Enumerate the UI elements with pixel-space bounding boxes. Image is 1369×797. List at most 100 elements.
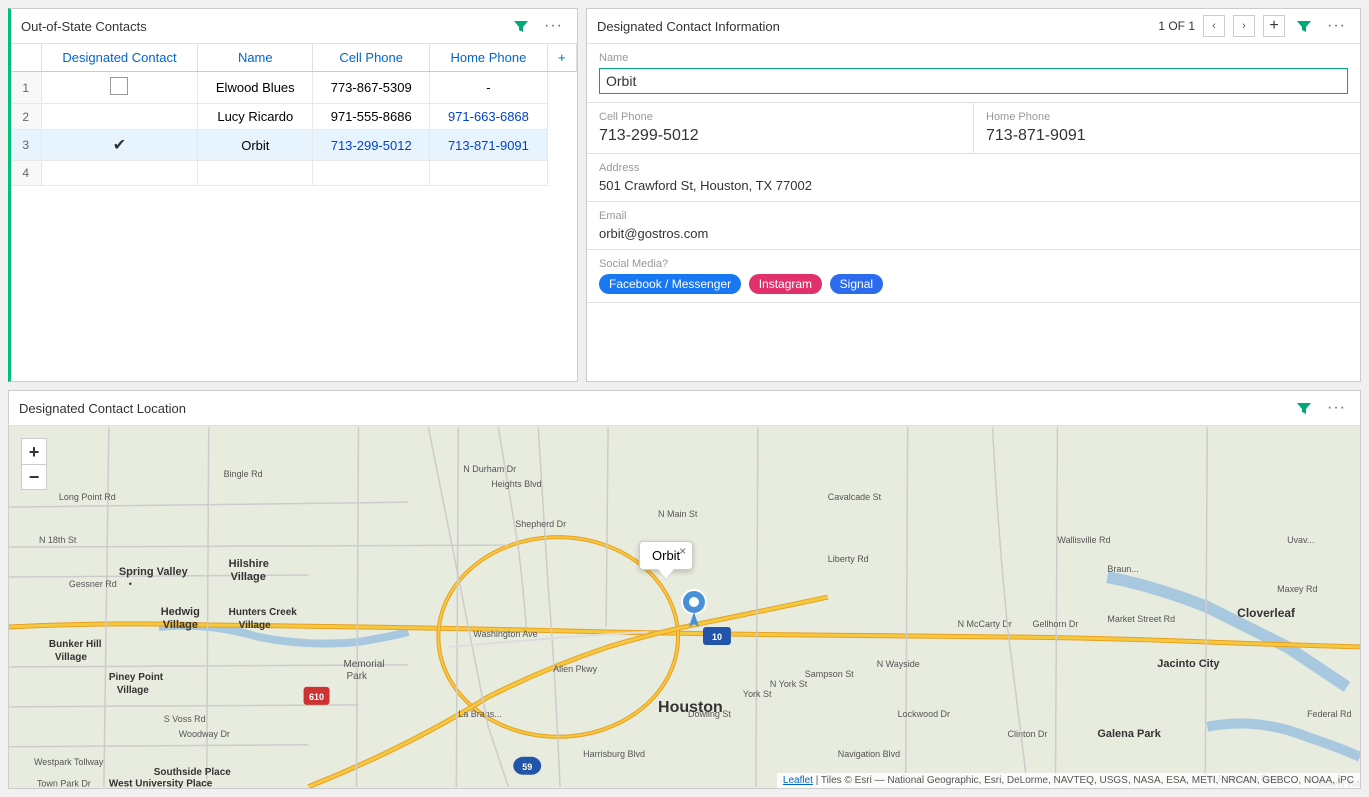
- signal-badge[interactable]: Signal: [830, 274, 883, 294]
- popup-close-button[interactable]: ×: [679, 544, 686, 558]
- right-more-options-button[interactable]: ···: [1323, 15, 1350, 37]
- svg-text:Galena Park: Galena Park: [1097, 728, 1161, 740]
- zoom-out-button[interactable]: −: [21, 464, 47, 490]
- name-input[interactable]: [599, 68, 1348, 94]
- right-panel: Designated Contact Information 1 OF 1 ‹ …: [586, 8, 1361, 382]
- svg-text:Village: Village: [231, 571, 266, 583]
- attribution-text: | Tiles © Esri — National Geographic, Es…: [816, 775, 1354, 786]
- row-number: 1: [11, 72, 41, 104]
- facebook-badge[interactable]: Facebook / Messenger: [599, 274, 741, 294]
- svg-text:Gellhorn Dr: Gellhorn Dr: [1032, 619, 1078, 629]
- svg-text:Harrisburg Blvd: Harrisburg Blvd: [583, 749, 645, 759]
- svg-text:Southside Place: Southside Place: [154, 767, 231, 778]
- svg-text:Sampson St: Sampson St: [805, 669, 854, 679]
- map-more-options-button[interactable]: ···: [1323, 397, 1350, 419]
- svg-text:Village: Village: [117, 685, 149, 696]
- svg-text:59: 59: [522, 762, 532, 772]
- zoom-in-button[interactable]: +: [21, 438, 47, 464]
- svg-text:Village: Village: [55, 652, 87, 663]
- svg-text:Clinton Dr: Clinton Dr: [1008, 729, 1048, 739]
- info-panel-content: Name Cell Phone 713-299-5012 Home Phone …: [587, 44, 1360, 381]
- left-panel-controls: ···: [510, 15, 567, 37]
- left-panel-header: Out-of-State Contacts ···: [11, 9, 577, 44]
- row-number: 4: [11, 161, 41, 186]
- nav-prev-button[interactable]: ‹: [1203, 15, 1225, 37]
- social-section: Social Media? Facebook / Messenger Insta…: [587, 250, 1360, 303]
- contacts-table: Designated Contact Name Cell Phone Home …: [11, 44, 577, 186]
- svg-text:Village: Village: [163, 619, 198, 631]
- more-options-button[interactable]: ···: [540, 15, 567, 37]
- col-header-designated[interactable]: Designated Contact: [41, 44, 198, 72]
- email-value: orbit@gostros.com: [599, 226, 1348, 241]
- svg-text:Federal Rd: Federal Rd: [1307, 709, 1351, 719]
- instagram-badge[interactable]: Instagram: [749, 274, 822, 294]
- map-svg: Long Point Rd N 18th St Cavalcade St Wal…: [9, 426, 1360, 788]
- leaflet-link[interactable]: Leaflet: [783, 775, 813, 786]
- home-phone-value: 713-871-9091: [986, 127, 1348, 145]
- map-attribution: Leaflet | Tiles © Esri — National Geogra…: [777, 773, 1360, 788]
- email-label: Email: [599, 210, 1348, 222]
- dots-icon: ···: [544, 17, 563, 35]
- map-container[interactable]: Long Point Rd N 18th St Cavalcade St Wal…: [9, 426, 1360, 788]
- col-header-name[interactable]: Name: [198, 44, 313, 72]
- svg-text:Piney Point: Piney Point: [109, 672, 164, 683]
- add-record-button[interactable]: +: [1263, 15, 1285, 37]
- map-filter-icon: [1297, 401, 1311, 415]
- cell-phone-cell: 971-555-8686: [313, 104, 430, 130]
- svg-text:Maxey Rd: Maxey Rd: [1277, 584, 1317, 594]
- svg-text:Bunker Hill: Bunker Hill: [49, 639, 102, 650]
- filter-button[interactable]: [510, 17, 532, 35]
- name-cell: Lucy Ricardo: [198, 104, 313, 130]
- cell-phone-label: Cell Phone: [599, 111, 961, 123]
- col-header-cell[interactable]: Cell Phone: [313, 44, 430, 72]
- right-filter-button[interactable]: [1293, 17, 1315, 35]
- email-section: Email orbit@gostros.com: [587, 202, 1360, 250]
- table-row[interactable]: 2 Lucy Ricardo971-555-8686971-663-6868: [11, 104, 577, 130]
- designated-cell[interactable]: [41, 72, 198, 104]
- svg-text:N Main St: N Main St: [658, 509, 698, 519]
- col-header-num: [11, 44, 41, 72]
- svg-text:Hedwig: Hedwig: [161, 606, 200, 618]
- col-header-add[interactable]: +: [547, 44, 576, 72]
- address-value: 501 Crawford St, Houston, TX 77002: [599, 178, 1348, 193]
- zoom-controls: + −: [21, 438, 47, 490]
- home-phone-cell: 971-663-6868: [430, 104, 547, 130]
- designated-cell[interactable]: [41, 104, 198, 130]
- row-number: 3: [11, 130, 41, 161]
- col-header-home[interactable]: Home Phone: [430, 44, 547, 72]
- table-row[interactable]: 3✔Orbit713-299-5012713-871-9091: [11, 130, 577, 161]
- svg-text:Long Point Rd: Long Point Rd: [59, 492, 116, 502]
- map-filter-button[interactable]: [1293, 399, 1315, 417]
- svg-text:Cloverleaf: Cloverleaf: [1237, 606, 1296, 620]
- designated-cell[interactable]: [41, 161, 198, 186]
- row-number: 2: [11, 104, 41, 130]
- svg-text:S Voss Rd: S Voss Rd: [164, 714, 206, 724]
- name-label: Name: [599, 52, 1348, 64]
- svg-text:Park: Park: [347, 671, 368, 682]
- svg-text:York St: York St: [743, 689, 772, 699]
- svg-text:N Wayside: N Wayside: [877, 659, 920, 669]
- nav-next-icon: ›: [1242, 20, 1246, 32]
- svg-text:Washington Ave: Washington Ave: [473, 629, 537, 639]
- table-row[interactable]: 1Elwood Blues773-867-5309-: [11, 72, 577, 104]
- svg-text:Allen Pkwy: Allen Pkwy: [553, 664, 597, 674]
- home-phone-section: Home Phone 713-871-9091: [974, 103, 1360, 154]
- nav-next-button[interactable]: ›: [1233, 15, 1255, 37]
- table-row[interactable]: 4: [11, 161, 577, 186]
- home-phone-cell: -: [430, 72, 547, 104]
- pagination-label: 1 OF 1: [1158, 19, 1195, 33]
- name-cell: Orbit: [198, 130, 313, 161]
- designated-cell[interactable]: ✔: [41, 130, 198, 161]
- right-filter-icon: [1297, 19, 1311, 33]
- checkmark: ✔: [113, 137, 126, 154]
- cell-phone-cell: 713-299-5012: [313, 130, 430, 161]
- social-label: Social Media?: [599, 258, 1348, 270]
- checkbox[interactable]: [110, 77, 128, 95]
- name-cell: Elwood Blues: [198, 72, 313, 104]
- svg-text:N McCarty Dr: N McCarty Dr: [958, 619, 1012, 629]
- svg-text:Jacinto City: Jacinto City: [1157, 658, 1220, 670]
- cell-phone-cell: [313, 161, 430, 186]
- right-panel-title: Designated Contact Information: [597, 19, 780, 34]
- svg-text:Bingle Rd: Bingle Rd: [224, 469, 263, 479]
- add-icon: +: [1269, 17, 1278, 35]
